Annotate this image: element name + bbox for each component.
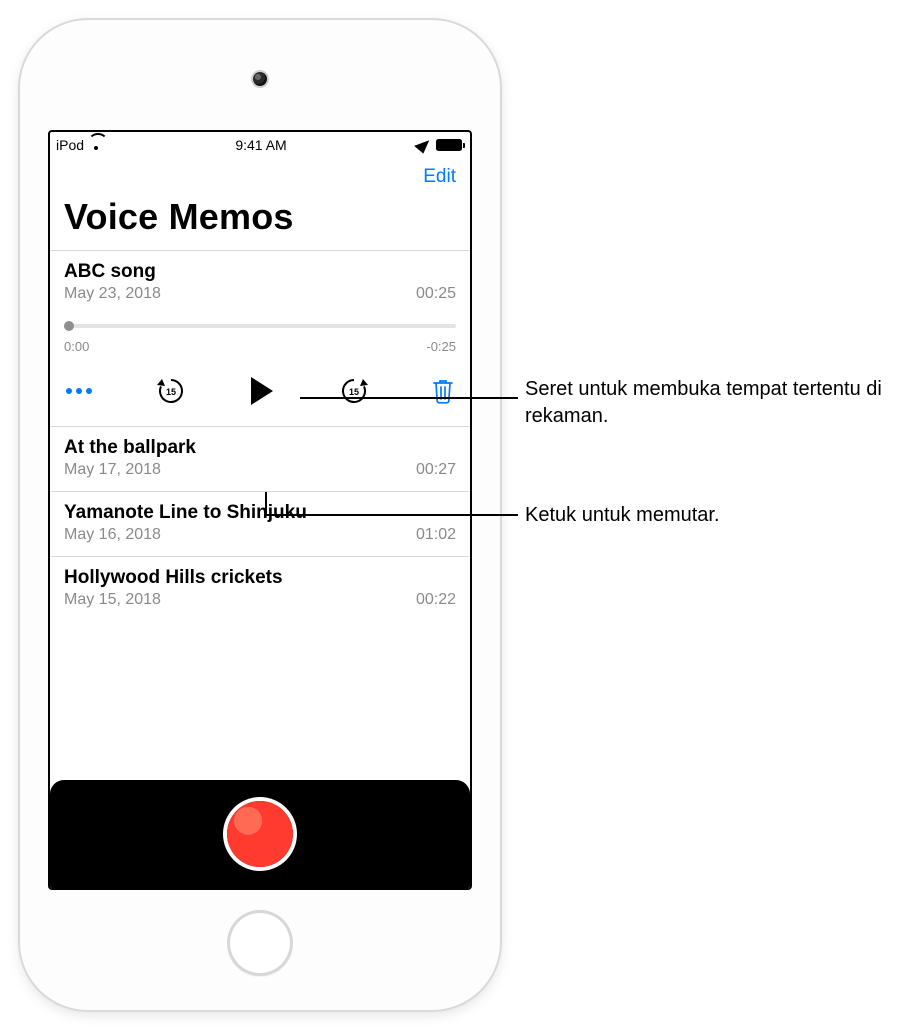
memo-date: May 15, 2018: [64, 591, 161, 609]
home-button[interactable]: [227, 910, 293, 976]
skip-forward-15-button[interactable]: 15: [339, 377, 369, 405]
record-bar: [50, 780, 470, 888]
playback-controls: 15 15: [66, 376, 454, 406]
carrier-label: iPod: [56, 137, 84, 153]
scrubber-knob[interactable]: [64, 321, 74, 331]
callout-line: [265, 492, 267, 515]
svg-text:15: 15: [165, 387, 175, 397]
callout-line: [300, 397, 518, 399]
scrubber-track: [64, 324, 456, 328]
battery-icon: [436, 139, 462, 151]
memo-title: Yamanote Line to Shinjuku: [64, 502, 456, 524]
elapsed-time: 0:00: [64, 339, 89, 354]
memo-row[interactable]: At the ballpark May 17, 2018 00:27: [50, 426, 470, 491]
memo-date: May 17, 2018: [64, 461, 161, 479]
callout-scrub: Seret untuk membuka tempat tertentu di r…: [525, 376, 895, 430]
record-button[interactable]: [227, 801, 293, 867]
memo-duration: 00:27: [416, 461, 456, 479]
callout-play: Ketuk untuk memutar.: [525, 502, 720, 529]
memo-duration: 01:02: [416, 526, 456, 544]
memo-row[interactable]: Hollywood Hills crickets May 15, 2018 00…: [50, 556, 470, 621]
memo-row-selected[interactable]: ABC song May 23, 2018 00:25 0:00 -0:25: [50, 250, 470, 426]
scrubber[interactable]: [64, 319, 456, 333]
status-bar: iPod 9:41 AM: [50, 132, 470, 158]
memo-title: ABC song: [64, 261, 456, 283]
callout-line: [266, 514, 518, 516]
memo-title: Hollywood Hills crickets: [64, 567, 456, 589]
screen: iPod 9:41 AM Edit Voice Memos ABC song M…: [48, 130, 472, 890]
edit-button[interactable]: Edit: [423, 166, 456, 187]
play-button[interactable]: [249, 376, 275, 406]
camera-dot: [253, 72, 267, 86]
memo-row[interactable]: Yamanote Line to Shinjuku May 16, 2018 0…: [50, 491, 470, 556]
wifi-icon: [88, 139, 104, 151]
memo-duration: 00:25: [416, 285, 456, 303]
clock: 9:41 AM: [235, 137, 286, 153]
more-button[interactable]: [66, 388, 92, 394]
memo-title: At the ballpark: [64, 437, 456, 459]
memo-date: May 23, 2018: [64, 285, 161, 303]
location-icon: [414, 136, 434, 153]
page-title: Voice Memos: [50, 190, 470, 250]
delete-button[interactable]: [432, 378, 454, 404]
skip-back-15-button[interactable]: 15: [156, 377, 186, 405]
memo-date: May 16, 2018: [64, 526, 161, 544]
nav-bar: Edit: [50, 158, 470, 190]
svg-text:15: 15: [348, 387, 358, 397]
remaining-time: -0:25: [426, 339, 456, 354]
memo-duration: 00:22: [416, 591, 456, 609]
